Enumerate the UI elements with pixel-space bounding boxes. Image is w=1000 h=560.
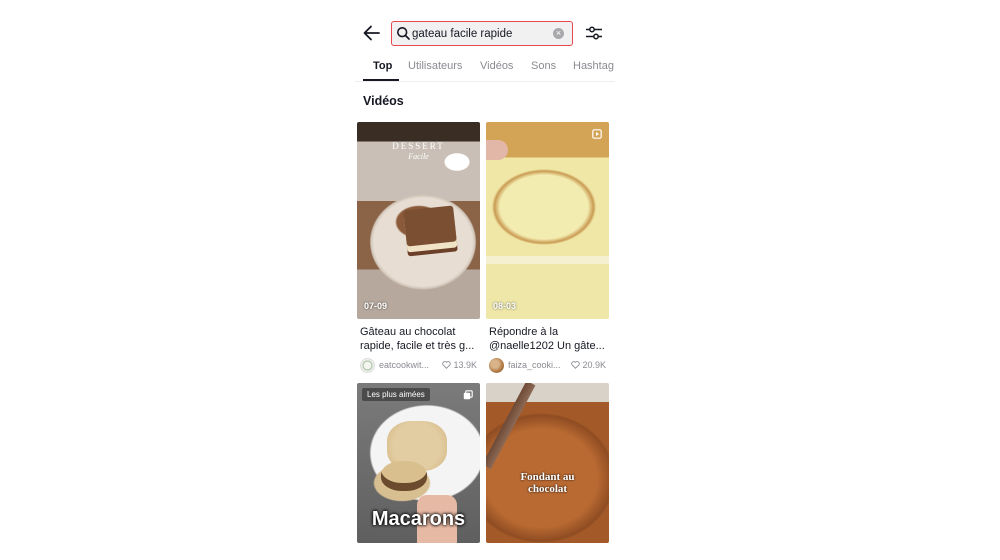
most-liked-badge: Les plus aimées — [362, 388, 430, 401]
video-card[interactable]: Les plus aimées Macarons — [357, 383, 480, 543]
like-count: 13.9K — [442, 360, 477, 370]
video-description: Gâteau au chocolat rapide, facile et trè… — [360, 326, 475, 352]
tab-bar: Top Utilisateurs Vidéos Sons Hashtag — [355, 56, 615, 82]
overlay-text: Macarons — [371, 508, 466, 530]
video-card[interactable]: Fondant au chocolat — [486, 383, 609, 543]
knife-shape — [486, 383, 536, 470]
video-date: 08-03 — [493, 301, 517, 311]
search-results-screen: × Top Utilisateurs Vidéos Sons Hashtag V… — [355, 0, 615, 560]
tab-top[interactable]: Top — [373, 60, 392, 72]
video-thumbnail[interactable]: DESSERT Facile 07-09 — [357, 122, 480, 319]
carousel-icon — [463, 390, 473, 400]
active-tab-indicator — [363, 79, 399, 81]
video-meta: eatcookwit... 13.9K — [357, 358, 480, 374]
avatar[interactable] — [489, 358, 504, 373]
author-name[interactable]: eatcookwit... — [379, 360, 429, 370]
tab-videos[interactable]: Vidéos — [480, 60, 513, 72]
video-thumbnail[interactable]: 08-03 — [486, 122, 609, 319]
tab-users[interactable]: Utilisateurs — [408, 60, 462, 72]
like-count: 20.9K — [571, 360, 606, 370]
arrow-left-icon[interactable] — [361, 22, 383, 44]
finger-shape — [486, 140, 508, 160]
search-box[interactable]: × — [391, 21, 573, 46]
clear-icon[interactable]: × — [553, 28, 564, 39]
video-date: 07-09 — [364, 301, 388, 311]
video-description: Répondre à la @naelle1202 Un gâte... — [489, 326, 605, 352]
search-icon — [396, 26, 410, 40]
overlay-title: DESSERT — [392, 141, 445, 151]
sliders-icon[interactable] — [584, 24, 604, 42]
video-thumbnail[interactable]: Fondant au chocolat — [486, 383, 609, 543]
video-card[interactable]: 08-03 Répondre à la @naelle1202 Un gâte.… — [486, 122, 609, 374]
cake-slice-shape — [403, 205, 457, 247]
overlay-text-line: Fondant au — [520, 471, 575, 483]
overlay-subtitle: Facile — [408, 152, 429, 161]
like-count-value: 20.9K — [582, 360, 606, 370]
overlay-text-line: chocolat — [527, 483, 568, 495]
video-meta: faiza_cooki... 20.9K — [486, 358, 609, 374]
video-play-icon — [592, 129, 602, 139]
tab-sounds[interactable]: Sons — [531, 60, 556, 72]
video-card[interactable]: DESSERT Facile 07-09 Gâteau au chocolat … — [357, 122, 480, 374]
heart-icon — [571, 361, 581, 369]
like-count-value: 13.9K — [453, 360, 477, 370]
search-input[interactable] — [412, 25, 552, 42]
overlay-text: Fondant au chocolat — [486, 471, 609, 495]
section-title: Vidéos — [363, 94, 404, 108]
avatar[interactable] — [360, 358, 375, 373]
heart-icon — [442, 361, 452, 369]
macaron-shape — [381, 461, 427, 491]
author-name[interactable]: faiza_cooki... — [508, 360, 561, 370]
tab-hashtags[interactable]: Hashtag — [573, 60, 614, 72]
video-thumbnail[interactable]: Les plus aimées Macarons — [357, 383, 480, 543]
